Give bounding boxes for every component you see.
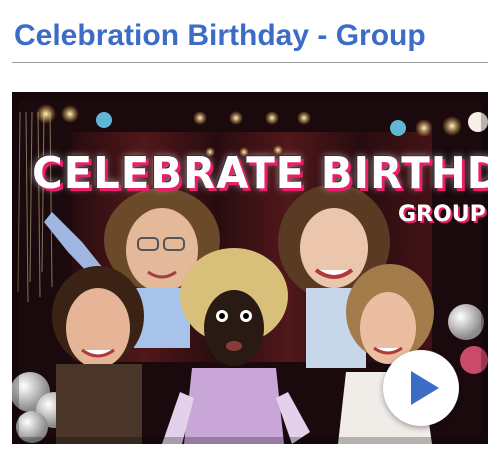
play-button[interactable] bbox=[383, 350, 459, 426]
title-divider bbox=[12, 62, 488, 63]
video-overlay-subtitle: GROUP bbox=[398, 202, 486, 227]
page-title: Celebration Birthday - Group bbox=[14, 19, 426, 52]
play-icon bbox=[411, 371, 439, 405]
video-overlay-title: CELEBRATE BIRTHDAY bbox=[32, 148, 488, 199]
video-thumbnail[interactable]: CELEBRATE BIRTHDAY GROUP bbox=[12, 92, 488, 444]
